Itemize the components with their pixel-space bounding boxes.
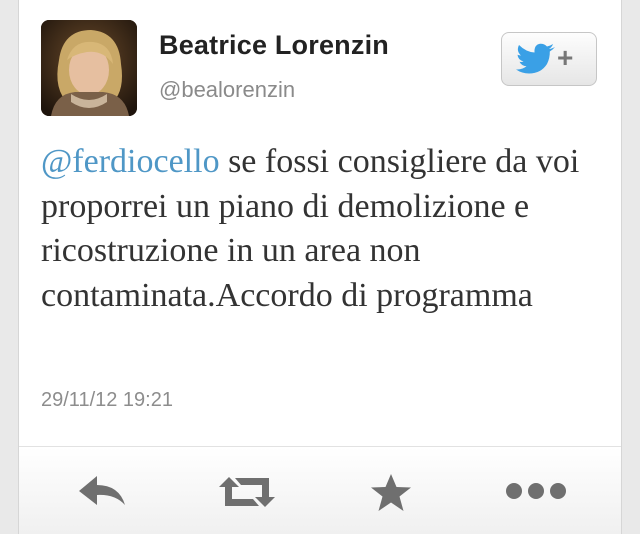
more-icon xyxy=(506,483,566,499)
follow-plus-glyph: + xyxy=(557,42,574,73)
action-bar xyxy=(19,447,621,534)
user-handle[interactable]: @bealorenzin xyxy=(159,77,295,103)
tweet-text: @ferdiocello se fossi consigliere da voi… xyxy=(41,140,606,318)
favorite-button[interactable] xyxy=(369,473,413,518)
star-icon xyxy=(371,474,411,511)
more-button[interactable] xyxy=(505,481,567,506)
avatar[interactable] xyxy=(41,20,137,116)
timestamp[interactable]: 29/11/12 19:21 xyxy=(41,389,173,412)
reply-button[interactable] xyxy=(77,473,127,514)
follow-button[interactable]: + xyxy=(501,32,597,86)
retweet-button[interactable] xyxy=(217,473,277,516)
bird-icon xyxy=(516,43,555,74)
reply-icon xyxy=(79,476,125,505)
display-name[interactable]: Beatrice Lorenzin xyxy=(159,30,389,61)
retweet-icon xyxy=(219,477,275,507)
tweet-card: Beatrice Lorenzin @bealorenzin + @ferdio… xyxy=(18,0,622,534)
mention-link[interactable]: @ferdiocello xyxy=(41,143,220,180)
